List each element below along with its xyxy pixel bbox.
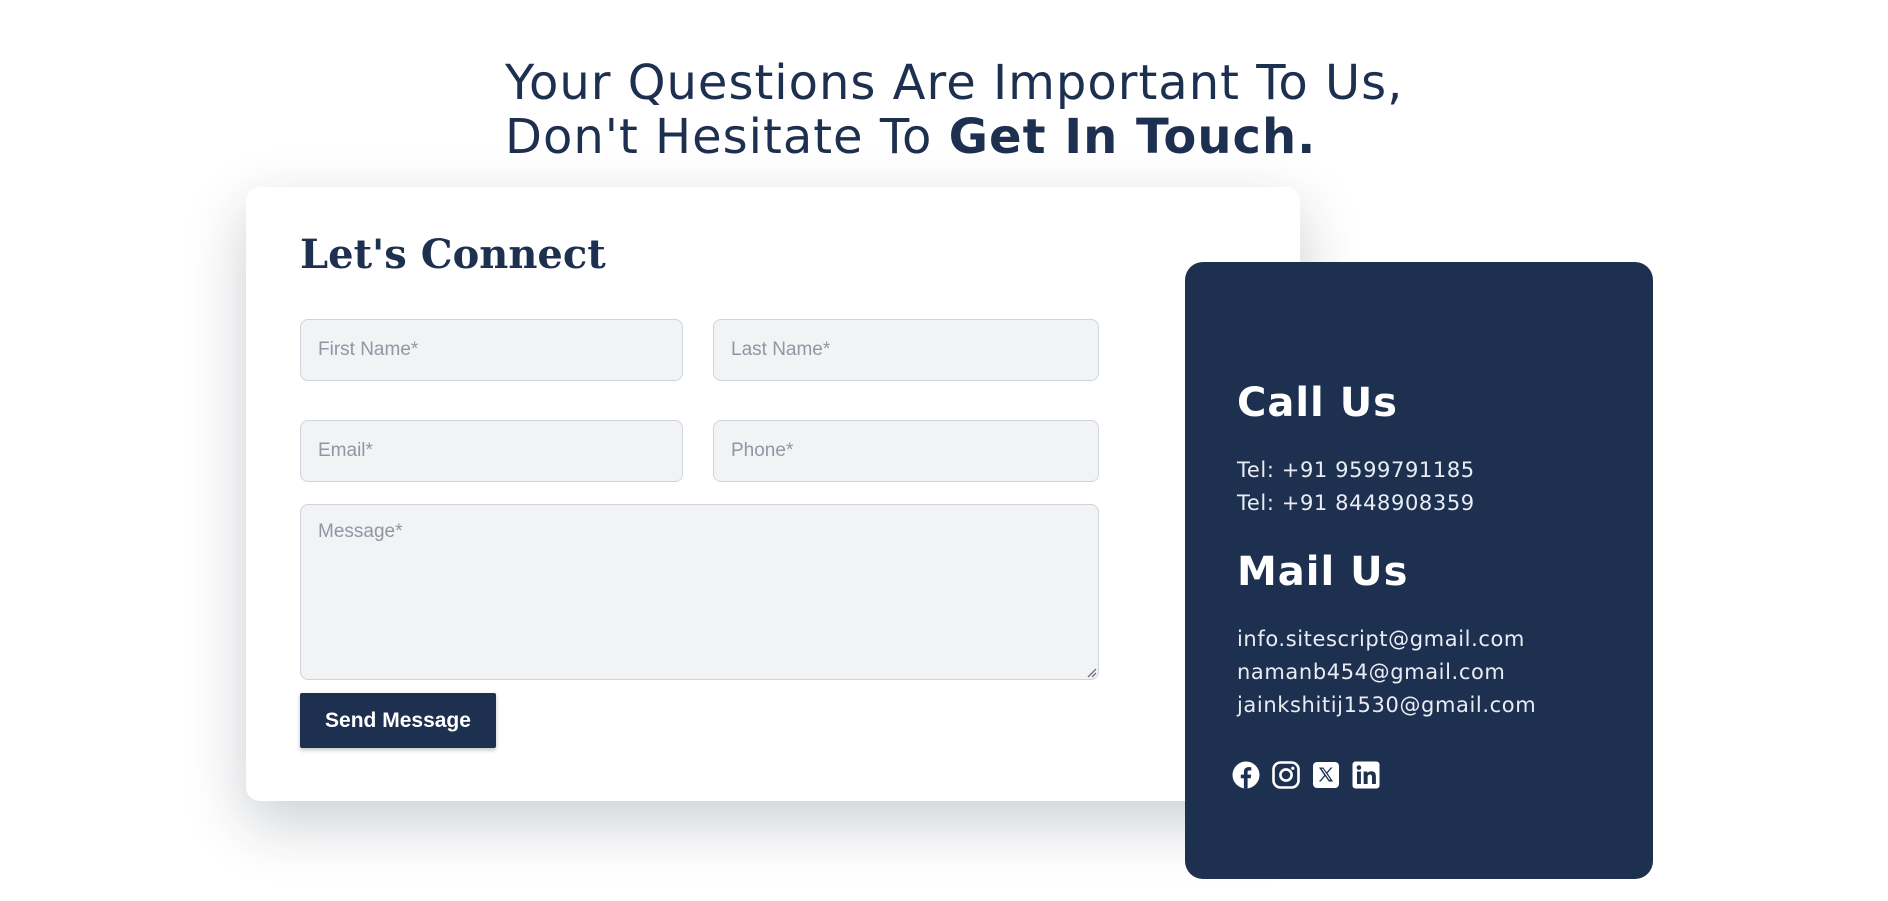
phone-line-2: Tel: +91 8448908359 [1237,491,1475,515]
email-input[interactable] [300,420,683,482]
email-line-3: jainkshitij1530@gmail.com [1237,693,1537,717]
linkedin-icon [1352,761,1380,789]
instagram-link[interactable] [1272,761,1300,789]
call-us-heading: Call Us [1237,380,1398,426]
mail-us-heading: Mail Us [1237,549,1409,595]
linkedin-link[interactable] [1352,761,1380,789]
contact-form-card: Let's Connect Send Message [246,187,1300,801]
facebook-icon [1232,761,1260,789]
instagram-icon [1272,761,1300,789]
page-headline: Your Questions Are Important To Us, Don'… [505,56,1403,164]
headline-line-2-prefix: Don't Hesitate To [505,109,949,166]
message-textarea[interactable] [300,504,1099,680]
headline-line-2: Don't Hesitate To Get In Touch. [505,110,1403,164]
last-name-input[interactable] [713,319,1099,381]
x-twitter-link[interactable] [1312,761,1340,789]
facebook-link[interactable] [1232,761,1260,789]
phone-input[interactable] [713,420,1099,482]
contact-info-card: Call Us Tel: +91 9599791185 Tel: +91 844… [1185,262,1653,879]
resize-handle-icon[interactable] [1085,666,1097,678]
headline-emphasis: Get In Touch. [948,109,1317,166]
x-twitter-icon [1313,762,1339,788]
email-line-1: info.sitescript@gmail.com [1237,627,1525,651]
message-field-wrapper [300,504,1099,680]
form-title: Let's Connect [300,231,606,278]
first-name-input[interactable] [300,319,683,381]
phone-line-1: Tel: +91 9599791185 [1237,458,1475,482]
send-message-button[interactable]: Send Message [300,693,496,748]
social-links [1232,761,1380,789]
headline-line-1: Your Questions Are Important To Us, [505,55,1404,112]
email-line-2: namanb454@gmail.com [1237,660,1506,684]
